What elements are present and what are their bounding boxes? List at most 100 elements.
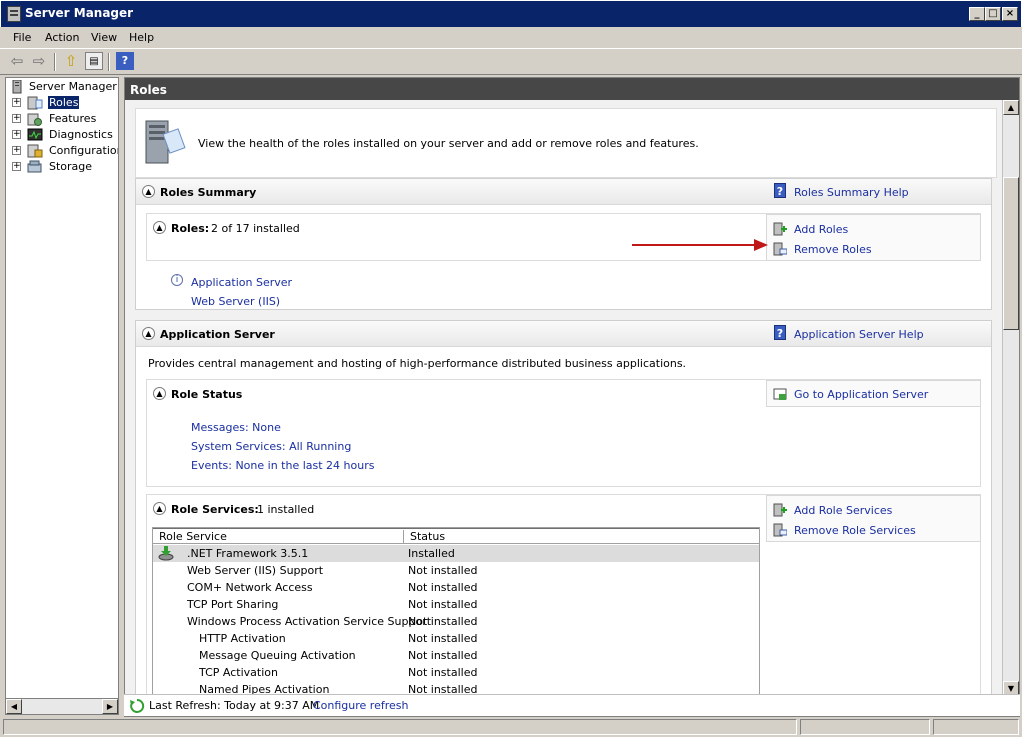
section-title: Roles Summary: [160, 186, 257, 199]
table-row[interactable]: TCP Activation Not installed: [153, 664, 759, 681]
roles-subpanel: ▲ Roles: 2 of 17 installed Add Roles Rem…: [146, 213, 981, 261]
column-header-status[interactable]: Status: [403, 530, 445, 544]
installed-role-link[interactable]: Web Server (IIS): [191, 295, 280, 308]
remove-role-services-icon: [773, 523, 787, 537]
role-service-status: Not installed: [408, 666, 478, 679]
role-service-name: TCP Port Sharing: [187, 598, 279, 611]
add-role-services-link[interactable]: Add Role Services: [794, 504, 892, 517]
role-service-status: Not installed: [408, 598, 478, 611]
maximize-button[interactable]: □: [985, 7, 1001, 21]
menu-help[interactable]: Help: [129, 31, 154, 44]
tree-item-roles[interactable]: + Roles: [6, 95, 118, 111]
status-cell: [933, 719, 1019, 735]
add-roles-link[interactable]: Add Roles: [794, 223, 848, 236]
scrollbar-thumb[interactable]: [1003, 177, 1019, 330]
intro-text: View the health of the roles installed o…: [198, 137, 699, 150]
refresh-icon: [130, 698, 145, 713]
events-link[interactable]: Events: None in the last 24 hours: [191, 459, 374, 472]
back-icon[interactable]: ⇦: [8, 52, 26, 70]
features-icon: [27, 112, 43, 126]
installed-role-link[interactable]: Application Server: [191, 276, 292, 289]
roles-count: 2 of 17 installed: [211, 222, 300, 235]
title-bar: Server Manager _ □ ×: [0, 0, 1022, 28]
menu-view[interactable]: View: [91, 31, 117, 44]
menu-bar: File Action View Help: [0, 27, 1022, 48]
up-folder-icon[interactable]: ⇧: [62, 52, 80, 70]
collapse-icon[interactable]: ▲: [142, 327, 155, 340]
toolbar: ⇦ ⇨ ⇧ ▤ ?: [0, 48, 1022, 75]
remove-role-services-link[interactable]: Remove Role Services: [794, 524, 916, 537]
server-manager-icon: [7, 6, 21, 22]
table-row[interactable]: TCP Port Sharing Not installed: [153, 596, 759, 613]
intro-panel: View the health of the roles installed o…: [135, 108, 997, 178]
role-service-name: Message Queuing Activation: [199, 649, 356, 662]
messages-link[interactable]: Messages: None: [191, 421, 281, 434]
role-services-actions: Add Role Services Remove Role Services: [766, 495, 981, 542]
tree-item-label: Diagnostics: [49, 128, 113, 141]
configure-refresh-link[interactable]: Configure refresh: [313, 699, 408, 712]
status-bar: [0, 717, 1022, 737]
role-service-status: Not installed: [408, 632, 478, 645]
expand-icon[interactable]: +: [12, 98, 21, 107]
help-icon: ?: [774, 325, 786, 340]
expand-icon[interactable]: +: [12, 146, 21, 155]
table-row[interactable]: .NET Framework 3.5.1 Installed: [153, 545, 759, 562]
configuration-icon: [27, 144, 43, 158]
role-services-table: Role Service Status .NET Framework 3.5.1…: [152, 527, 760, 696]
menu-action[interactable]: Action: [45, 31, 79, 44]
toolbar-separator: [54, 53, 56, 71]
system-services-link[interactable]: System Services: All Running: [191, 440, 351, 453]
role-service-name: COM+ Network Access: [187, 581, 313, 594]
role-status-subpanel: ▲ Role Status Go to Application Server M…: [146, 379, 981, 487]
collapse-icon[interactable]: ▲: [142, 185, 155, 198]
show-hide-tree-icon[interactable]: ▤: [85, 52, 103, 70]
refresh-bar: Last Refresh: Today at 9:37 AM Configure…: [124, 694, 1020, 716]
scroll-left-icon[interactable]: ◀: [6, 699, 22, 714]
forward-icon[interactable]: ⇨: [30, 52, 48, 70]
table-row[interactable]: Message Queuing Activation Not installed: [153, 647, 759, 664]
roles-summary-help-link[interactable]: Roles Summary Help: [794, 186, 909, 199]
close-button[interactable]: ×: [1002, 7, 1018, 21]
table-row[interactable]: COM+ Network Access Not installed: [153, 579, 759, 596]
last-refresh-text: Last Refresh: Today at 9:37 AM: [149, 699, 320, 712]
section-title: Application Server: [160, 328, 275, 341]
roles-actions: Add Roles Remove Roles: [766, 214, 981, 261]
section-header: ▲ Application Server ? Application Serve…: [136, 321, 991, 347]
table-header: Role Service Status: [153, 528, 759, 544]
role-service-name: Web Server (IIS) Support: [187, 564, 324, 577]
menu-file[interactable]: File: [13, 31, 31, 44]
expand-icon[interactable]: +: [12, 114, 21, 123]
collapse-icon[interactable]: ▲: [153, 221, 166, 234]
scroll-up-icon[interactable]: ▲: [1003, 100, 1019, 115]
roles-label: Roles:: [171, 222, 210, 235]
application-server-help-link[interactable]: Application Server Help: [794, 328, 924, 341]
role-service-name: .NET Framework 3.5.1: [187, 547, 309, 560]
column-header-role-service[interactable]: Role Service: [159, 530, 227, 543]
table-row[interactable]: HTTP Activation Not installed: [153, 630, 759, 647]
help-icon[interactable]: ?: [116, 52, 134, 70]
toolbar-separator: [108, 53, 110, 71]
role-services-label: Role Services:: [171, 503, 259, 516]
section-header: ▲ Roles Summary ? Roles Summary Help: [136, 179, 991, 205]
remove-roles-link[interactable]: Remove Roles: [794, 243, 872, 256]
role-service-status: Installed: [408, 547, 455, 560]
expand-icon[interactable]: +: [12, 162, 21, 171]
storage-icon: [27, 160, 43, 174]
content-pane: Roles View the health of the roles insta…: [124, 77, 1020, 717]
navigation-tree: Server Manager (E + Roles + Features + D…: [5, 77, 119, 699]
diagnostics-icon: [27, 128, 43, 142]
app-server-description: Provides central management and hosting …: [148, 357, 687, 370]
help-icon: ?: [774, 183, 786, 198]
status-cell: [3, 719, 797, 735]
roles-summary-section: ▲ Roles Summary ? Roles Summary Help ▲ R…: [135, 178, 992, 310]
collapse-icon[interactable]: ▲: [153, 387, 166, 400]
collapse-icon[interactable]: ▲: [153, 502, 166, 515]
go-to-application-server-link[interactable]: Go to Application Server: [794, 388, 928, 401]
table-row[interactable]: Windows Process Activation Service Suppo…: [153, 613, 759, 630]
tree-horizontal-scrollbar[interactable]: ◀ ▶: [5, 698, 119, 715]
expand-icon[interactable]: +: [12, 130, 21, 139]
table-row[interactable]: Web Server (IIS) Support Not installed: [153, 562, 759, 579]
minimize-button[interactable]: _: [969, 7, 985, 21]
pane-vertical-scrollbar[interactable]: ▲ ▼: [1002, 100, 1019, 696]
scroll-right-icon[interactable]: ▶: [102, 699, 118, 714]
